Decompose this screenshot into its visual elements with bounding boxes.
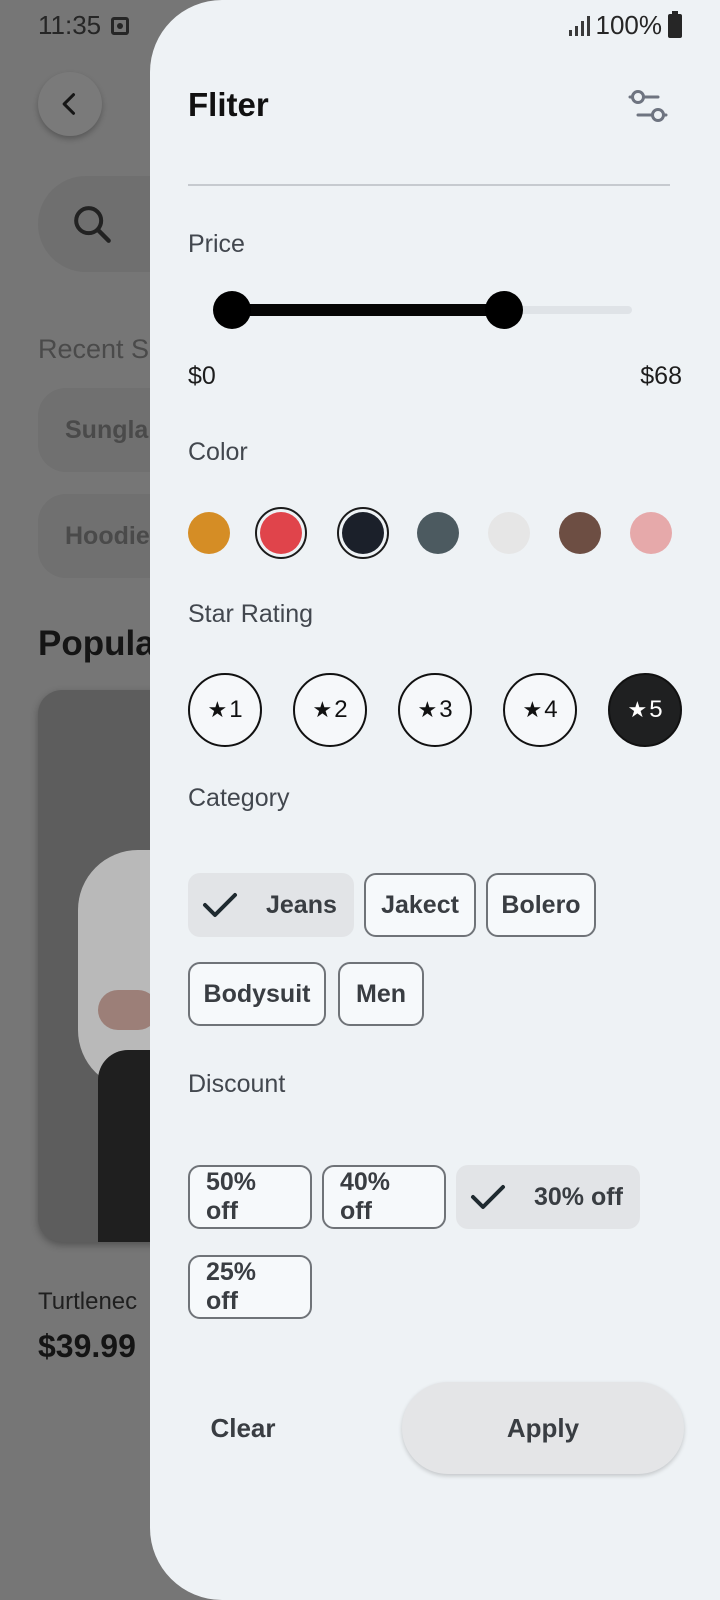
color-swatch-navy[interactable] (337, 507, 389, 559)
star-rating-label: Star Rating (188, 600, 314, 628)
color-swatch-brown[interactable] (559, 512, 601, 554)
chip-label: Bodysuit (203, 979, 311, 1008)
category-chip-men[interactable]: Men (338, 962, 424, 1026)
rating-value: 2 (334, 696, 348, 723)
chip-label: 25% off (206, 1258, 257, 1315)
rating-option-4[interactable]: ★ 4 (503, 673, 577, 747)
product-price: $39.99 (38, 1328, 136, 1364)
battery-percent: 100% (595, 10, 663, 40)
check-icon (203, 893, 237, 917)
header-divider (188, 184, 670, 186)
product-name: Turtlenec (38, 1288, 138, 1315)
chevron-left-icon (62, 93, 76, 115)
color-swatch-orange[interactable] (188, 512, 230, 554)
media-notification-icon (111, 16, 130, 35)
status-bar-right: 100% (568, 10, 682, 41)
chip-label: Bolero (501, 890, 581, 919)
color-swatch-light-gray[interactable] (488, 512, 530, 554)
filter-title: Fliter (188, 86, 269, 123)
recent-searches-title: Recent S (38, 334, 150, 364)
clear-button[interactable]: Clear (188, 1398, 298, 1458)
star-icon: ★ (627, 697, 648, 722)
price-label: Price (188, 230, 245, 258)
price-max-value: $68 (640, 362, 682, 390)
star-icon: ★ (417, 697, 438, 722)
price-slider-min-thumb[interactable] (213, 291, 251, 329)
battery-icon (668, 10, 682, 38)
filter-settings-icon[interactable] (628, 88, 668, 124)
discount-chip-40[interactable]: 40% off (322, 1165, 446, 1229)
rating-option-2[interactable]: ★ 2 (293, 673, 367, 747)
product-photo-hand (98, 990, 158, 1030)
rating-value: 5 (649, 696, 663, 723)
rating-option-5[interactable]: ★ 5 (608, 673, 682, 747)
chip-label: Jeans (266, 890, 337, 919)
chip-label: Men (356, 979, 406, 1008)
price-slider-max-thumb[interactable] (485, 291, 523, 329)
signal-icon (568, 15, 590, 36)
search-icon (74, 206, 111, 243)
color-label: Color (188, 438, 248, 466)
color-swatch-slate[interactable] (417, 512, 459, 554)
status-bar-left: 11:35 (38, 10, 130, 41)
star-icon: ★ (312, 697, 333, 722)
rating-option-1[interactable]: ★ 1 (188, 673, 262, 747)
category-chip-jeans[interactable]: Jeans (188, 873, 354, 937)
rating-value: 1 (229, 696, 243, 723)
color-swatch-red[interactable] (255, 507, 307, 559)
chip-label: 30% off (534, 1182, 623, 1211)
apply-button[interactable]: Apply (402, 1382, 684, 1474)
filter-drawer: 100% Fliter Price $0 $68 Color Star Rati… (150, 0, 720, 1600)
category-chip-bodysuit[interactable]: Bodysuit (188, 962, 326, 1026)
category-chip-jakect[interactable]: Jakect (364, 873, 476, 937)
color-swatch-pink[interactable] (630, 512, 672, 554)
chip-label: 40% off (340, 1168, 391, 1225)
category-label: Category (188, 784, 290, 812)
star-icon: ★ (522, 697, 543, 722)
star-icon: ★ (207, 697, 228, 722)
category-chip-bolero[interactable]: Bolero (486, 873, 596, 937)
price-slider-range (232, 304, 504, 316)
back-button[interactable] (38, 72, 102, 136)
price-min-value: $0 (188, 362, 216, 390)
status-time: 11:35 (38, 10, 102, 40)
discount-chip-30[interactable]: 30% off (456, 1165, 640, 1229)
chip-label: 50% off (206, 1168, 257, 1225)
popular-section-title: Popula (38, 624, 155, 663)
check-icon (471, 1185, 505, 1209)
discount-label: Discount (188, 1070, 286, 1098)
rating-value: 3 (439, 696, 453, 723)
discount-chip-50[interactable]: 50% off (188, 1165, 312, 1229)
chip-label: Jakect (381, 890, 459, 919)
rating-option-3[interactable]: ★ 3 (398, 673, 472, 747)
rating-value: 4 (544, 696, 558, 723)
discount-chip-25[interactable]: 25% off (188, 1255, 312, 1319)
